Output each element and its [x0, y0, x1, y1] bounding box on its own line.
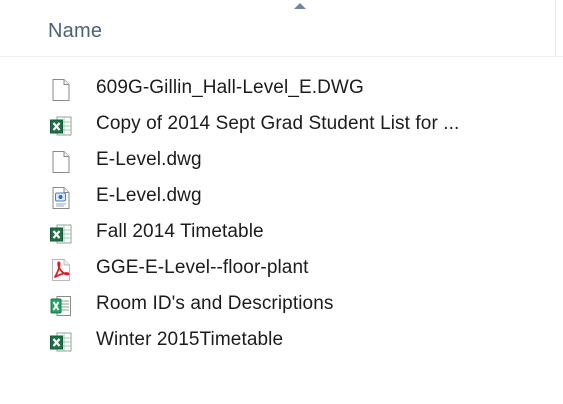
- file-row[interactable]: GGE-E-Level--floor-plant: [0, 252, 563, 286]
- blank-file-icon: [49, 150, 73, 174]
- sort-ascending-icon[interactable]: [294, 3, 306, 9]
- file-name: 609G-Gillin_Hall-Level_E.DWG: [96, 77, 364, 98]
- excel-legacy-icon: [49, 294, 73, 318]
- excel-icon: [49, 222, 73, 246]
- column-divider[interactable]: [555, 0, 556, 56]
- file-row[interactable]: Room ID's and Descriptions: [0, 288, 563, 322]
- excel-icon: [49, 330, 73, 354]
- file-row[interactable]: E-Level.dwg: [0, 180, 563, 214]
- file-name: Fall 2014 Timetable: [96, 221, 264, 242]
- file-name: E-Level.dwg: [96, 185, 202, 206]
- file-name: Copy of 2014 Sept Grad Student List for …: [96, 113, 460, 134]
- file-row[interactable]: E-Level.dwg: [0, 144, 563, 178]
- file-name: Winter 2015Timetable: [96, 329, 284, 350]
- blank-file-icon: [49, 78, 73, 102]
- file-name: Room ID's and Descriptions: [96, 293, 334, 314]
- file-list-pane: Name 609G-Gillin_Hall-Level_E.DWG Copy o…: [0, 0, 563, 404]
- column-header-row: Name: [0, 0, 563, 57]
- file-name: GGE-E-Level--floor-plant: [96, 257, 309, 278]
- file-row[interactable]: Copy of 2014 Sept Grad Student List for …: [0, 108, 563, 142]
- pdf-icon: [49, 258, 73, 282]
- file-row[interactable]: Winter 2015Timetable: [0, 324, 563, 358]
- dwg-viewer-file-icon: [49, 186, 73, 210]
- excel-icon: [49, 114, 73, 138]
- name-column-header[interactable]: Name: [48, 20, 102, 43]
- file-row[interactable]: Fall 2014 Timetable: [0, 216, 563, 250]
- file-row[interactable]: 609G-Gillin_Hall-Level_E.DWG: [0, 72, 563, 106]
- file-name: E-Level.dwg: [96, 149, 202, 170]
